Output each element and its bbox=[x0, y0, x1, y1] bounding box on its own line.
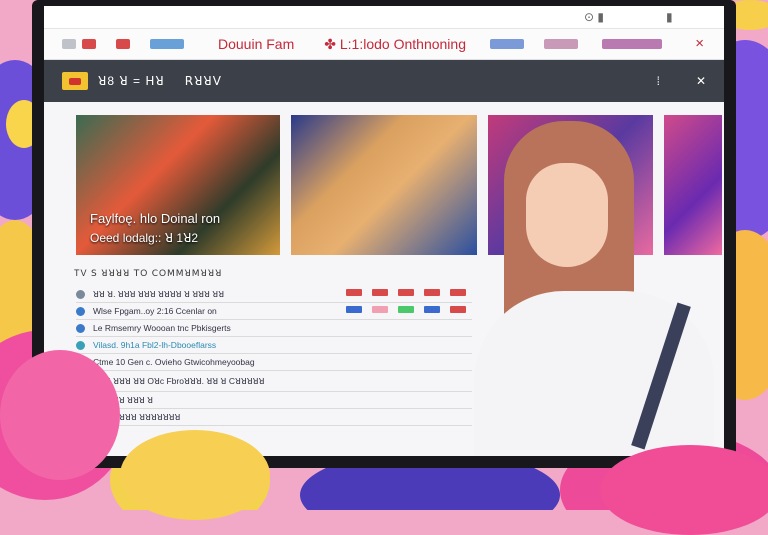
nav-item[interactable]: ꓣꓤꓤꓦ bbox=[185, 74, 222, 88]
menu-icon[interactable] bbox=[62, 39, 76, 49]
section-title: TV ꓢ ꓤꓤꓤꓤ ꓔO ꓚOꓟꓟꓤꓟꓤꓤꓤ bbox=[74, 268, 223, 278]
list-item-text: ꓤꓤꓤ ꓤꓤꓤ ꓤꓤ Oꓤc Fbroꓤꓤꓤ. ꓤꓤ ꓤ Cꓤꓤꓤꓤꓤ bbox=[93, 375, 265, 386]
app-window: ⊙ ▮ ▮ Douuin Fam ✤ L:1:lodo Onthnoning ×… bbox=[44, 6, 724, 456]
tab-icon[interactable] bbox=[116, 39, 130, 49]
item-icon bbox=[76, 340, 85, 350]
more-icon[interactable]: ⁞ bbox=[657, 74, 660, 88]
item-icon bbox=[76, 289, 85, 299]
tab-pill[interactable] bbox=[602, 39, 662, 49]
list-item-text: ꓤꓤ ꓤ. ꓤꓤꓤ ꓤꓤꓤ ꓤꓤꓤꓤ ꓤ ꓤꓤꓤ ꓤꓤ bbox=[93, 288, 225, 299]
status-badges bbox=[346, 289, 476, 296]
item-list: ꓤꓤ ꓤ. ꓤꓤꓤ ꓤꓤꓤ ꓤꓤꓤꓤ ꓤ ꓤꓤꓤ ꓤꓤ Wlse Fpgam..… bbox=[76, 286, 472, 426]
window-topbar: ⊙ ▮ ▮ bbox=[44, 6, 724, 29]
list-item[interactable]: Le Rmsemry Woooan tnc Pbkisgerts bbox=[76, 320, 472, 337]
tile-caption: Faylfoę. hlo Doinal ron bbox=[90, 211, 221, 226]
status-badges bbox=[346, 306, 476, 313]
list-item-text: Ctme 10 Gen c. Ovieho Gtwicohmeyoobag bbox=[93, 357, 255, 367]
close-icon[interactable]: × bbox=[695, 35, 704, 52]
notification-icon[interactable]: ▮ bbox=[666, 10, 673, 24]
eye-icon[interactable]: ⊙ ▮ bbox=[584, 10, 604, 24]
list-item[interactable]: Ctme 10 Gen c. Ovieho Gtwicohmeyoobag bbox=[76, 354, 472, 371]
nav-item[interactable]: ꓤ8 ꓤ = ꓧꓤ bbox=[98, 74, 165, 88]
list-item[interactable]: Wlse Fpgam..oy 2:16 Ccenlar on bbox=[76, 303, 472, 320]
tab-bar: Douuin Fam ✤ L:1:lodo Onthnoning × bbox=[44, 29, 724, 60]
person-photo bbox=[464, 121, 724, 456]
close-icon[interactable]: ✕ bbox=[696, 74, 706, 88]
foreground-decoration bbox=[120, 430, 270, 520]
list-item[interactable]: ꓤꓤ ꓤꓤꓤꓤꓤ ꓤꓤꓤꓤꓤꓤꓤ bbox=[76, 409, 472, 426]
app-logo[interactable] bbox=[62, 72, 88, 90]
tab-pill[interactable] bbox=[544, 39, 578, 49]
tab-icon[interactable] bbox=[82, 39, 96, 49]
item-icon bbox=[76, 323, 85, 333]
app-title: Douuin Fam bbox=[218, 36, 295, 52]
foreground-decoration bbox=[600, 445, 768, 535]
tab-pill[interactable] bbox=[490, 39, 524, 49]
list-item[interactable]: Vilasd. 9h1a Fbl2-lh-Dbooeflarss bbox=[76, 337, 472, 354]
list-item[interactable]: Vꓚ ꓤꓤꓤ ꓤꓤꓤ ꓤ bbox=[76, 392, 472, 409]
list-item-text: Wlse Fpgam..oy 2:16 Ccenlar on bbox=[93, 306, 217, 316]
app-header: ꓤ8 ꓤ = ꓧꓤ ꓣꓤꓤꓦ ⁞ ✕ bbox=[44, 60, 724, 102]
item-icon bbox=[76, 306, 85, 316]
list-item-text: Vilasd. 9h1a Fbl2-lh-Dbooeflarss bbox=[93, 340, 217, 350]
list-item-text: Le Rmsemry Woooan tnc Pbkisgerts bbox=[93, 323, 231, 333]
tile-caption: Oeed lodalg:: ꓤ 1ꓤ2 bbox=[90, 231, 199, 245]
media-tile[interactable] bbox=[291, 115, 477, 255]
list-item[interactable]: ꓤꓤꓤ ꓤꓤꓤ ꓤꓤ Oꓤc Fbroꓤꓤꓤ. ꓤꓤ ꓤ Cꓤꓤꓤꓤꓤ bbox=[76, 371, 472, 392]
foreground-decoration bbox=[0, 350, 120, 480]
tab-pill[interactable] bbox=[150, 39, 184, 49]
app-subtitle: ✤ L:1:lodo Onthnoning bbox=[324, 35, 466, 52]
list-item[interactable]: ꓤꓤ ꓤ. ꓤꓤꓤ ꓤꓤꓤ ꓤꓤꓤꓤ ꓤ ꓤꓤꓤ ꓤꓤ bbox=[76, 286, 472, 303]
media-tile[interactable]: Faylfoę. hlo Doinal ron Oeed lodalg:: ꓤ … bbox=[76, 115, 280, 255]
